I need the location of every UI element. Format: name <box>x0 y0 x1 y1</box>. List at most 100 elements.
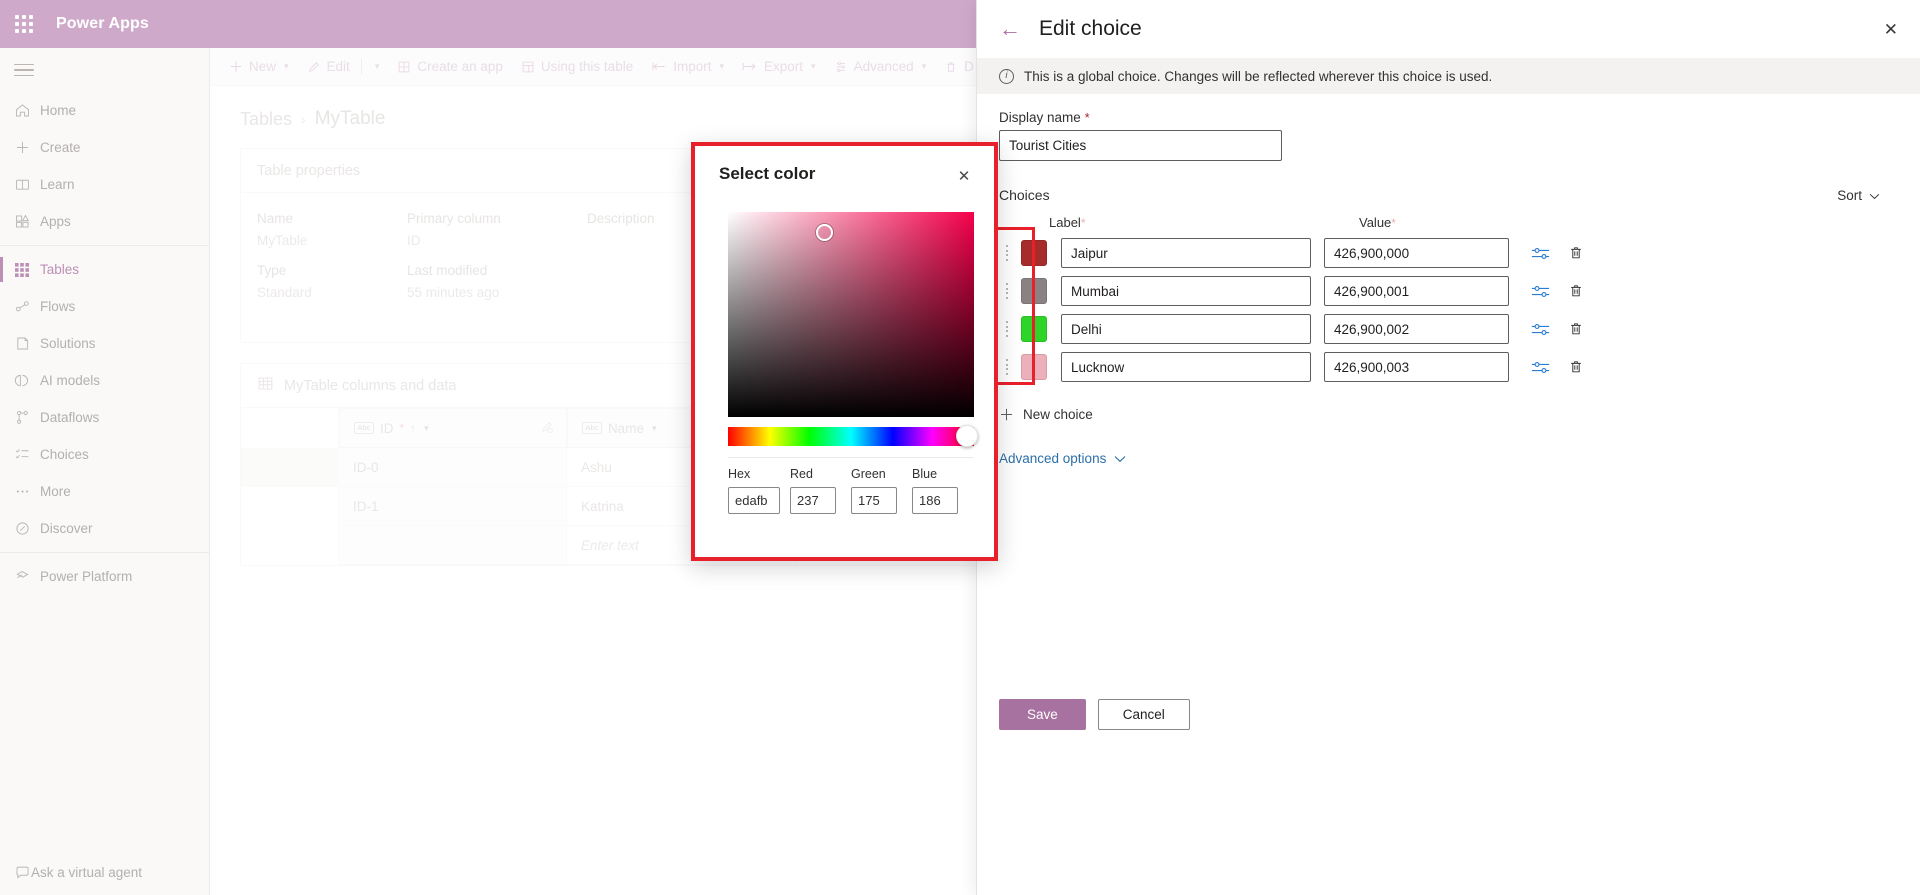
back-arrow-icon[interactable]: ← <box>999 18 1021 40</box>
checklist-icon <box>14 446 40 463</box>
sidebar-item-choices[interactable]: Choices <box>0 436 209 473</box>
choice-color-swatch[interactable] <box>1021 278 1047 304</box>
close-icon[interactable]: ✕ <box>1884 20 1898 40</box>
drag-handle-icon[interactable] <box>999 245 1015 261</box>
prop-key: Primary column <box>407 211 587 226</box>
sidebar-item-learn[interactable]: Learn <box>0 166 209 203</box>
choice-value-input[interactable] <box>1324 276 1509 306</box>
table-icon <box>257 375 274 396</box>
trash-icon[interactable] <box>1568 245 1584 261</box>
sidebar-item-create[interactable]: Create <box>0 129 209 166</box>
blue-input[interactable] <box>912 487 958 514</box>
sidebar-item-ai-models[interactable]: AI models <box>0 362 209 399</box>
sidebar-item-more[interactable]: More <box>0 473 209 510</box>
command-import[interactable]: Import ▾ <box>642 52 733 82</box>
trash-icon[interactable] <box>1568 359 1584 375</box>
delete-icon <box>944 60 958 74</box>
chevron-down-icon: ▾ <box>375 61 380 72</box>
command-using-this-table[interactable]: Using this table <box>512 52 642 82</box>
choice-value-input[interactable] <box>1324 314 1509 344</box>
sort-label: Sort <box>1837 188 1862 203</box>
sidebar-item-label: Create <box>40 140 81 155</box>
cell-id-new[interactable] <box>339 526 567 565</box>
apps-icon <box>14 213 40 230</box>
green-input[interactable] <box>851 487 897 514</box>
breadcrumb-parent[interactable]: Tables <box>240 109 292 130</box>
plus-icon: ＋ <box>999 404 1014 425</box>
flow-icon <box>14 298 40 315</box>
pencil-disabled-icon[interactable] <box>540 420 554 437</box>
command-advanced[interactable]: Advanced ▾ <box>825 52 936 82</box>
settings-sliders-icon[interactable] <box>1531 246 1550 261</box>
hamburger-menu-icon[interactable] <box>0 48 209 92</box>
sidebar-item-home[interactable]: Home <box>0 92 209 129</box>
app-brand-title: Power Apps <box>56 15 149 33</box>
new-choice-label: New choice <box>1023 407 1093 422</box>
choice-color-swatch[interactable] <box>1021 240 1047 266</box>
choice-label-input[interactable] <box>1061 314 1311 344</box>
command-label: Using this table <box>541 59 633 74</box>
sidebar-item-label: Flows <box>40 299 75 314</box>
sidebar-item-apps[interactable]: Apps <box>0 203 209 240</box>
saturation-value-thumb[interactable] <box>816 224 833 241</box>
hex-input[interactable] <box>728 487 780 514</box>
drag-handle-icon[interactable] <box>999 359 1015 375</box>
save-button[interactable]: Save <box>999 699 1086 730</box>
sort-button[interactable]: Sort <box>1837 188 1880 203</box>
table-grid-icon <box>14 262 40 278</box>
sidebar-item-label: AI models <box>40 373 100 388</box>
chevron-down-icon[interactable]: ▾ <box>652 423 657 434</box>
row-select-cell[interactable] <box>241 526 339 565</box>
command-label: Import <box>673 59 711 74</box>
choice-label-input[interactable] <box>1061 276 1311 306</box>
hue-slider[interactable] <box>728 427 974 446</box>
hue-slider-thumb[interactable] <box>956 425 978 447</box>
choice-value-input[interactable] <box>1324 238 1509 268</box>
choice-label-input[interactable] <box>1061 238 1311 268</box>
settings-sliders-icon[interactable] <box>1531 322 1550 337</box>
sort-ascending-icon[interactable]: ↑ <box>410 421 416 435</box>
edit-choice-panel: ← Edit choice ✕ i This is a global choic… <box>976 0 1920 895</box>
sidebar-item-solutions[interactable]: Solutions <box>0 325 209 362</box>
sidebar-item-power-platform[interactable]: Power Platform <box>0 558 209 595</box>
trash-icon[interactable] <box>1568 283 1584 299</box>
panel-footer: Save Cancel <box>999 699 1190 730</box>
drag-handle-icon[interactable] <box>999 283 1015 299</box>
choice-label-input[interactable] <box>1061 352 1311 382</box>
cancel-button[interactable]: Cancel <box>1098 699 1190 730</box>
display-name-input[interactable] <box>999 130 1282 161</box>
row-select-cell[interactable] <box>241 448 339 487</box>
trash-icon[interactable] <box>1568 321 1584 337</box>
choice-color-swatch[interactable] <box>1021 354 1047 380</box>
settings-sliders-icon[interactable] <box>1531 284 1550 299</box>
red-label: Red <box>790 467 851 481</box>
cell-id[interactable]: ID-1 <box>339 487 567 526</box>
chevron-down-icon[interactable]: ▾ <box>424 423 429 434</box>
command-edit[interactable]: Edit <box>298 52 359 82</box>
drag-handle-icon[interactable] <box>999 321 1015 337</box>
red-input[interactable] <box>790 487 836 514</box>
command-edit-chevron[interactable]: ▾ <box>364 52 389 82</box>
sidebar-item-flows[interactable]: Flows <box>0 288 209 325</box>
sidebar-item-ask-a-virtual-agent[interactable]: Ask a virtual agent <box>0 849 210 895</box>
sidebar-item-dataflows[interactable]: Dataflows <box>0 399 209 436</box>
column-type-abc-icon: Abc <box>582 422 602 434</box>
prop-value: Standard <box>257 285 407 308</box>
waffle-grid-icon[interactable] <box>0 0 48 48</box>
cell-id[interactable]: ID-0 <box>339 448 567 487</box>
choice-value-input[interactable] <box>1324 352 1509 382</box>
command-export[interactable]: Export ▾ <box>733 52 825 82</box>
sidebar-item-tables[interactable]: Tables <box>0 251 209 288</box>
close-icon[interactable]: ✕ <box>954 166 974 186</box>
saturation-value-area[interactable] <box>728 212 974 417</box>
new-choice-button[interactable]: ＋ New choice <box>999 404 1898 425</box>
sidebar-item-discover[interactable]: Discover <box>0 510 209 547</box>
row-select-cell[interactable] <box>241 487 339 526</box>
command-new[interactable]: ＋ New ▾ <box>220 52 298 82</box>
prop-key: Name <box>257 211 407 226</box>
command-create-an-app[interactable]: Create an app <box>388 52 512 82</box>
column-header-id[interactable]: Abc ID * ↑ ▾ <box>339 408 567 448</box>
choice-color-swatch[interactable] <box>1021 316 1047 342</box>
advanced-options-toggle[interactable]: Advanced options <box>999 451 1898 466</box>
settings-sliders-icon[interactable] <box>1531 360 1550 375</box>
